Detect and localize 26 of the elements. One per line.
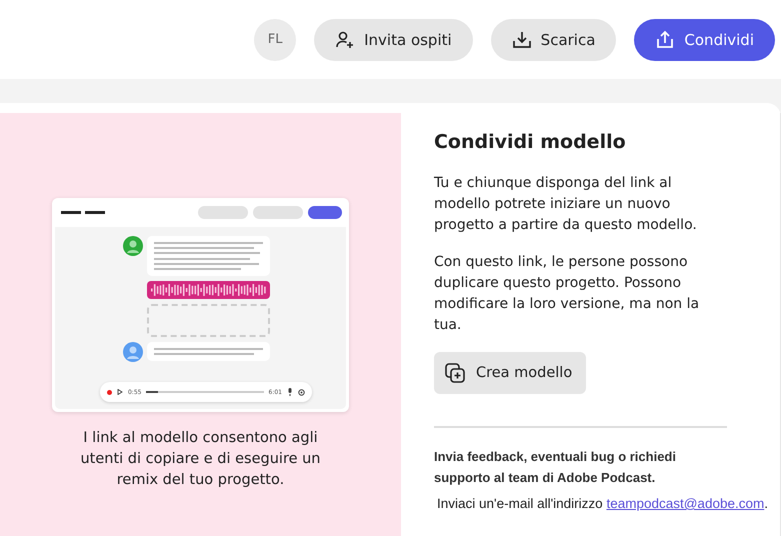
pill-shape bbox=[308, 206, 342, 219]
pill-shape bbox=[252, 206, 303, 219]
download-button[interactable]: Scarica bbox=[490, 18, 616, 60]
description-text: Tu e chiunque disponga del link al modello potrete iniziare un nuovo progetto a partire da questo modello. bbox=[434, 174, 698, 235]
share-icon bbox=[655, 30, 676, 50]
copy-add-icon bbox=[444, 362, 466, 384]
user-avatar[interactable]: FL bbox=[254, 18, 296, 60]
download-icon bbox=[512, 30, 532, 50]
email-note: Inviaci un'e-mail all'indirizzo teampodcast@adobe.com. bbox=[436, 496, 768, 511]
record-icon bbox=[106, 390, 112, 394]
panel-title: Condividi modello bbox=[434, 131, 627, 153]
play-icon bbox=[116, 389, 123, 395]
create-template-button[interactable]: Crea modello bbox=[434, 352, 586, 394]
description-text: Con questo link, le persone possono duplicare questo progetto. Possono modificare la loro versione, ma non la tua. bbox=[434, 253, 700, 335]
email-link[interactable]: teampodcast@adobe.com bbox=[606, 496, 764, 511]
avatar-icon bbox=[122, 236, 143, 256]
feedback-text: Invia feedback, eventuali bug o richiedi supporto al team di Adobe Podcast. bbox=[434, 448, 677, 487]
invite-button[interactable]: Invita ospiti bbox=[314, 18, 473, 60]
add-person-icon bbox=[335, 30, 356, 50]
microphone-icon bbox=[286, 388, 293, 396]
logo-icon bbox=[60, 211, 105, 214]
share-button[interactable]: Condividi bbox=[634, 18, 775, 60]
avatar-icon bbox=[122, 342, 143, 362]
preview-caption: I link al modello consentono agli utenti di copiare e di eseguire un remix del tuo progetto. bbox=[79, 429, 322, 490]
pill-shape bbox=[198, 206, 248, 219]
settings-icon bbox=[298, 388, 305, 396]
